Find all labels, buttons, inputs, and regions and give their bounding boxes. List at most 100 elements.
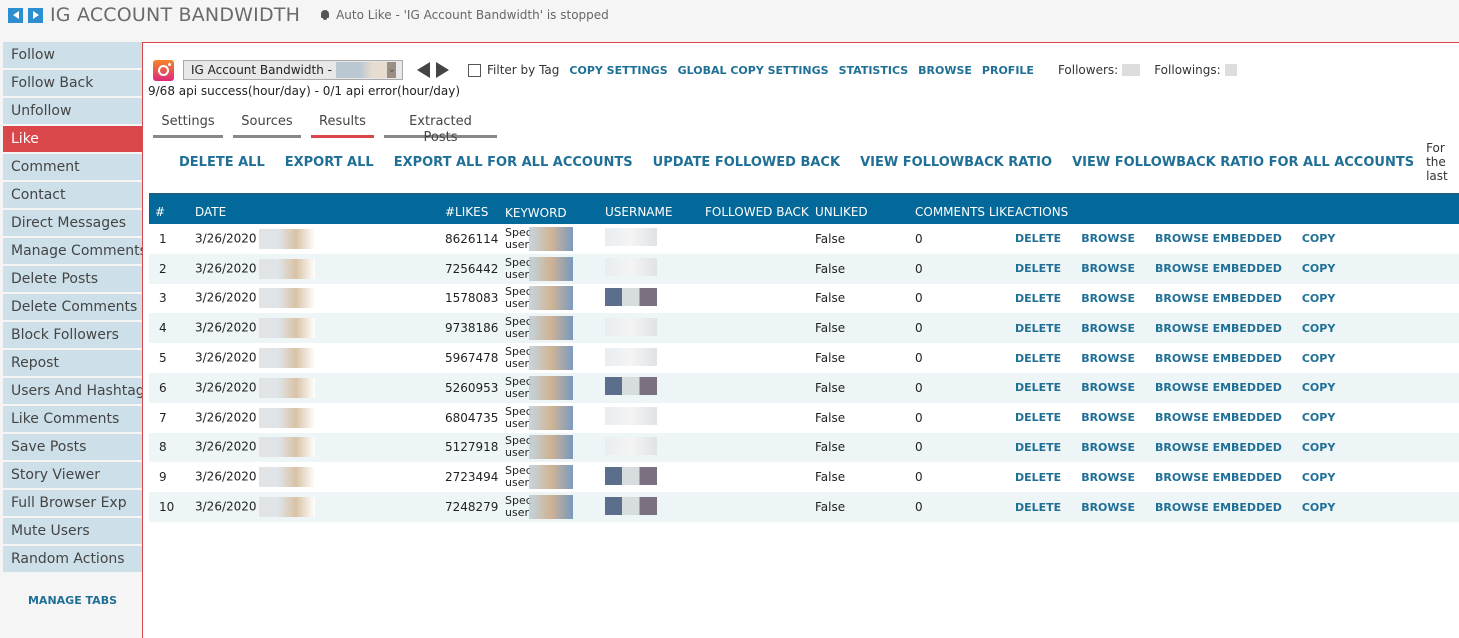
col-header-num: # [155,205,166,219]
filter-by-tag-checkbox[interactable] [468,63,481,77]
row-browse-embedded-link[interactable]: BROWSE EMBEDDED [1155,232,1282,245]
sidebar-item-repost[interactable]: Repost [3,350,142,376]
row-delete-link[interactable]: DELETE [1015,352,1061,365]
previous-account-button[interactable] [417,62,430,78]
sidebar-item-unfollow[interactable]: Unfollow [3,98,142,124]
row-browse-embedded-link[interactable]: BROWSE EMBEDDED [1155,411,1282,424]
row-unliked: False [815,321,846,336]
row-date: 3/26/2020 [195,290,257,305]
tab-extracted-posts[interactable]: Extracted Posts [384,114,497,145]
sidebar-item-like-comments[interactable]: Like Comments [3,406,142,432]
row-delete-link[interactable]: DELETE [1015,292,1061,305]
back-button[interactable] [8,7,23,23]
row-date: 3/26/2020 [195,469,257,484]
sidebar-item-random-actions[interactable]: Random Actions [3,546,142,572]
row-delete-link[interactable]: DELETE [1015,471,1061,484]
row-browse-link[interactable]: BROWSE [1081,381,1135,394]
sidebar-item-follow[interactable]: Follow [3,42,142,68]
statistics-link[interactable]: STATISTICS [839,64,909,77]
row-delete-link[interactable]: DELETE [1015,322,1061,335]
account-select[interactable]: IG Account Bandwidth - ⌄ [183,60,403,80]
global-copy-settings-link[interactable]: GLOBAL COPY SETTINGS [678,64,829,77]
row-delete-link[interactable]: DELETE [1015,501,1061,514]
sidebar-item-story-viewer[interactable]: Story Viewer [3,462,142,488]
row-browse-embedded-link[interactable]: BROWSE EMBEDDED [1155,262,1282,275]
next-account-button[interactable] [436,62,449,78]
row-copy-link[interactable]: COPY [1302,322,1335,335]
sidebar-item-delete-posts[interactable]: Delete Posts [3,266,142,292]
sidebar-item-contact[interactable]: Contact [3,182,142,208]
export-all-link[interactable]: EXPORT ALL [285,155,374,170]
sidebar-item-full-browser-exp[interactable]: Full Browser Exp [3,490,142,516]
export-all-accounts-link[interactable]: EXPORT ALL FOR ALL ACCOUNTS [394,155,633,170]
sidebar-item-direct-messages[interactable]: Direct Messages [3,210,142,236]
sidebar-item-save-posts[interactable]: Save Posts [3,434,142,460]
filter-by-tag-label: Filter by Tag [487,63,560,77]
browse-link[interactable]: BROWSE [918,64,972,77]
row-delete-link[interactable]: DELETE [1015,262,1061,275]
table-row: 10 3/26/2020 7248279 Spec user False 0 DELETE BR… [149,492,1459,522]
row-date-cell: 3/26/2020 [195,467,445,488]
table-row: 6 3/26/2020 5260953 Spec user False 0 DELETE BRO… [149,372,1459,403]
tab-results[interactable]: Results [311,114,374,138]
row-browse-embedded-link[interactable]: BROWSE EMBEDDED [1155,352,1282,365]
row-browse-link[interactable]: BROWSE [1081,352,1135,365]
row-copy-link[interactable]: COPY [1302,411,1335,424]
row-keyword-line2: user [505,297,529,311]
tab-sources[interactable]: Sources [233,114,301,138]
row-copy-link[interactable]: COPY [1302,292,1335,305]
sidebar-item-like[interactable]: Like [3,126,142,152]
row-browse-link[interactable]: BROWSE [1081,501,1135,514]
sidebar-item-mute-users[interactable]: Mute Users [3,518,142,544]
row-delete-link[interactable]: DELETE [1015,232,1061,245]
row-copy-link[interactable]: COPY [1302,501,1335,514]
sidebar-item-follow-back[interactable]: Follow Back [3,70,142,96]
row-browse-link[interactable]: BROWSE [1081,441,1135,454]
row-copy-link[interactable]: COPY [1302,232,1335,245]
profile-link[interactable]: PROFILE [982,64,1034,77]
row-keyword-line2: user [505,237,529,251]
manage-tabs-link[interactable]: MANAGE TABS [3,594,142,607]
row-date: 3/26/2020 [195,410,257,425]
col-header-date: DATE [195,205,227,219]
row-copy-link[interactable]: COPY [1302,352,1335,365]
tab-settings[interactable]: Settings [153,114,223,138]
sidebar-item-manage-comments[interactable]: Manage Comments [3,238,147,264]
row-date: 3/26/2020 [195,261,257,276]
sidebar-item-comment[interactable]: Comment [3,154,142,180]
row-browse-link[interactable]: BROWSE [1081,411,1135,424]
row-date: 3/26/2020 [195,320,257,335]
row-delete-link[interactable]: DELETE [1015,441,1061,454]
sidebar-item-users-and-hashtags[interactable]: Users And Hashtags [3,378,152,404]
row-browse-link[interactable]: BROWSE [1081,292,1135,305]
update-followed-back-link[interactable]: UPDATE FOLLOWED BACK [653,155,840,170]
delete-all-link[interactable]: DELETE ALL [179,155,265,170]
row-browse-embedded-link[interactable]: BROWSE EMBEDDED [1155,292,1282,305]
row-delete-link[interactable]: DELETE [1015,381,1061,394]
forward-button[interactable] [28,7,43,23]
redacted-keyword [529,346,573,371]
row-browse-link[interactable]: BROWSE [1081,471,1135,484]
title-bar: IG ACCOUNT BANDWIDTH Auto Like - 'IG Acc… [0,0,1459,30]
row-date: 3/26/2020 [195,231,257,246]
row-delete-link[interactable]: DELETE [1015,411,1061,424]
row-browse-embedded-link[interactable]: BROWSE EMBEDDED [1155,322,1282,335]
row-browse-embedded-link[interactable]: BROWSE EMBEDDED [1155,381,1282,394]
row-date: 3/26/2020 [195,350,257,365]
row-browse-embedded-link[interactable]: BROWSE EMBEDDED [1155,441,1282,454]
row-browse-link[interactable]: BROWSE [1081,322,1135,335]
sidebar-item-block-followers[interactable]: Block Followers [3,322,142,348]
sidebar-item-delete-comments[interactable]: Delete Comments [3,294,142,320]
copy-settings-link[interactable]: COPY SETTINGS [569,64,667,77]
row-likes: 7256442 [445,261,499,276]
row-browse-link[interactable]: BROWSE [1081,262,1135,275]
row-copy-link[interactable]: COPY [1302,381,1335,394]
row-copy-link[interactable]: COPY [1302,441,1335,454]
row-browse-embedded-link[interactable]: BROWSE EMBEDDED [1155,471,1282,484]
row-copy-link[interactable]: COPY [1302,262,1335,275]
view-followback-ratio-link[interactable]: VIEW FOLLOWBACK RATIO [860,155,1052,170]
row-copy-link[interactable]: COPY [1302,471,1335,484]
row-browse-embedded-link[interactable]: BROWSE EMBEDDED [1155,501,1282,514]
row-browse-link[interactable]: BROWSE [1081,232,1135,245]
view-followback-ratio-all-link[interactable]: VIEW FOLLOWBACK RATIO FOR ALL ACCOUNTS [1072,155,1414,170]
